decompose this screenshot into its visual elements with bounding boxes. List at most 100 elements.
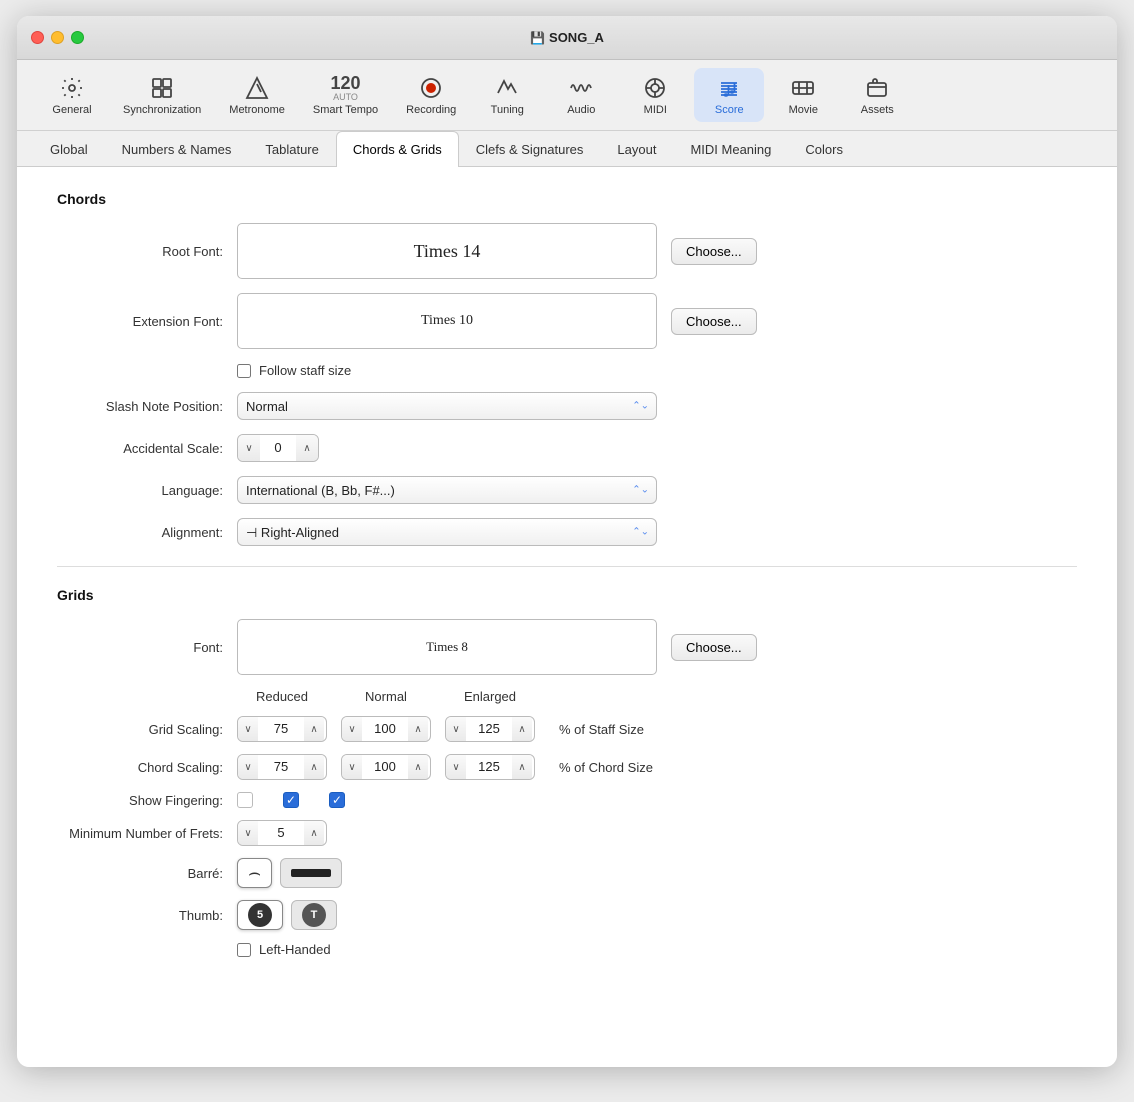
min-frets-value: 5 (258, 821, 304, 845)
toolbar-label-movie: Movie (789, 104, 818, 116)
language-select[interactable]: International (B, Bb, F#...) German (H, … (237, 476, 657, 504)
accidental-scale-row: Accidental Scale: ∨ 0 ∧ (57, 434, 1077, 462)
slash-note-label: Slash Note Position: (57, 399, 237, 414)
grid-scaling-normal-increment[interactable]: ∧ (408, 717, 428, 741)
extension-font-value: Times 10 (421, 313, 473, 329)
grid-font-choose-button[interactable]: Choose... (671, 634, 757, 661)
titlebar: 💾SONG_A (17, 16, 1117, 60)
toolbar-item-midi[interactable]: MIDI (620, 68, 690, 122)
slash-note-select[interactable]: Normal Above Below (237, 392, 657, 420)
tab-clefs-signatures[interactable]: Clefs & Signatures (459, 131, 601, 167)
col-enlarged: Enlarged (445, 689, 535, 704)
grid-scaling-enlarged-decrement[interactable]: ∨ (446, 717, 466, 741)
score-icon (717, 74, 741, 102)
tab-tablature[interactable]: Tablature (248, 131, 335, 167)
alignment-select[interactable]: ⊣ Right-Aligned Left-Aligned Centered (237, 518, 657, 546)
root-font-value: Times 14 (414, 241, 481, 262)
tab-numbers-names[interactable]: Numbers & Names (105, 131, 249, 167)
grid-scaling-reduced-decrement[interactable]: ∨ (238, 717, 258, 741)
extension-font-label: Extension Font: (57, 314, 237, 329)
tab-chords-grids[interactable]: Chords & Grids (336, 131, 459, 167)
toolbar-item-score[interactable]: Score (694, 68, 764, 122)
chord-scaling-enlarged-decrement[interactable]: ∨ (446, 755, 466, 779)
grid-font-box: Times 8 (237, 619, 657, 675)
toolbar-label-sync: Synchronization (123, 104, 201, 116)
grid-scaling-enlarged-increment[interactable]: ∧ (512, 717, 532, 741)
grid-scaling-reduced-value: 75 (258, 717, 304, 741)
toolbar-item-movie[interactable]: Movie (768, 68, 838, 122)
metronome-icon (245, 74, 269, 102)
toolbar: General Synchronization Metr (17, 60, 1117, 131)
extension-font-row: Extension Font: Times 10 Choose... (57, 293, 1077, 349)
accidental-scale-increment[interactable]: ∧ (296, 435, 318, 461)
grid-scaling-enlarged-stepper: ∨ 125 ∧ (445, 716, 535, 742)
content-area: Chords Root Font: Times 14 Choose... Ext… (17, 167, 1117, 1067)
section-divider (57, 566, 1077, 567)
audio-icon (569, 74, 593, 102)
barre-symbol1-button[interactable]: ⌢ (237, 858, 272, 888)
toolbar-item-tuning[interactable]: Tuning (472, 68, 542, 122)
min-frets-increment[interactable]: ∧ (304, 821, 324, 845)
thumb-row: Thumb: 5 T (57, 900, 1077, 930)
minimize-button[interactable] (51, 31, 64, 44)
toolbar-label-recording: Recording (406, 104, 456, 116)
show-fingering-enlarged-checkbox[interactable]: ✓ (329, 792, 345, 808)
chord-scaling-normal-increment[interactable]: ∧ (408, 755, 428, 779)
left-handed-row: Left-Handed (237, 942, 1077, 957)
chord-scaling-reduced-decrement[interactable]: ∨ (238, 755, 258, 779)
grid-columns-header: Reduced Normal Enlarged (57, 689, 1077, 704)
maximize-button[interactable] (71, 31, 84, 44)
grid-scaling-enlarged-value: 125 (466, 717, 512, 741)
tab-colors[interactable]: Colors (788, 131, 860, 167)
toolbar-label-midi: MIDI (644, 104, 667, 116)
toolbar-item-smart-tempo[interactable]: 120 AUTO Smart Tempo (301, 68, 390, 122)
grid-scaling-steppers: ∨ 75 ∧ ∨ 100 ∧ ∨ 125 ∧ % of Staff Size (237, 716, 644, 742)
thumb-t-icon: T (302, 903, 326, 927)
toolbar-item-metronome[interactable]: Metronome (217, 68, 297, 122)
grid-scaling-label: Grid Scaling: (57, 722, 237, 737)
min-frets-stepper: ∨ 5 ∧ (237, 820, 327, 846)
thumb-symbol1-button[interactable]: 5 (237, 900, 283, 930)
toolbar-item-general[interactable]: General (37, 68, 107, 122)
thumb-symbol2-button[interactable]: T (291, 900, 337, 930)
thumb-s-icon: 5 (248, 903, 272, 927)
barre-symbol2-button[interactable] (280, 858, 342, 888)
accidental-scale-decrement[interactable]: ∨ (238, 435, 260, 461)
chord-scaling-enlarged-increment[interactable]: ∧ (512, 755, 532, 779)
tab-global[interactable]: Global (33, 131, 105, 167)
grid-scaling-row: Grid Scaling: ∨ 75 ∧ ∨ 100 ∧ ∨ 125 ∧ % o… (57, 716, 1077, 742)
grid-scaling-normal-decrement[interactable]: ∨ (342, 717, 362, 741)
min-frets-decrement[interactable]: ∨ (238, 821, 258, 845)
follow-staff-size-checkbox[interactable] (237, 364, 251, 378)
left-handed-checkbox[interactable] (237, 943, 251, 957)
col-reduced: Reduced (237, 689, 327, 704)
accidental-scale-value: 0 (260, 435, 296, 461)
alignment-row: Alignment: ⊣ Right-Aligned Left-Aligned … (57, 518, 1077, 546)
chord-scaling-normal-value: 100 (362, 755, 408, 779)
toolbar-item-synchronization[interactable]: Synchronization (111, 68, 213, 122)
thumb-label: Thumb: (57, 908, 237, 923)
follow-staff-size-row: Follow staff size (237, 363, 1077, 378)
extension-font-choose-button[interactable]: Choose... (671, 308, 757, 335)
movie-icon (791, 74, 815, 102)
min-frets-label: Minimum Number of Frets: (57, 826, 237, 841)
barre-arc-icon: ⌢ (248, 862, 261, 885)
min-frets-row: Minimum Number of Frets: ∨ 5 ∧ (57, 820, 1077, 846)
grid-scaling-reduced-increment[interactable]: ∧ (304, 717, 324, 741)
barre-row: Barré: ⌢ (57, 858, 1077, 888)
show-fingering-reduced-checkbox[interactable] (237, 792, 253, 808)
language-row: Language: International (B, Bb, F#...) G… (57, 476, 1077, 504)
tab-midi-meaning[interactable]: MIDI Meaning (673, 131, 788, 167)
toolbar-item-assets[interactable]: Assets (842, 68, 912, 122)
toolbar-item-audio[interactable]: Audio (546, 68, 616, 122)
chord-scaling-reduced-increment[interactable]: ∧ (304, 755, 324, 779)
chord-scaling-row: Chord Scaling: ∨ 75 ∧ ∨ 100 ∧ ∨ 125 ∧ % … (57, 754, 1077, 780)
follow-staff-size-label: Follow staff size (259, 363, 351, 378)
toolbar-item-recording[interactable]: Recording (394, 68, 468, 122)
tab-layout[interactable]: Layout (600, 131, 673, 167)
chord-scaling-normal-decrement[interactable]: ∨ (342, 755, 362, 779)
close-button[interactable] (31, 31, 44, 44)
show-fingering-normal-checkbox[interactable]: ✓ (283, 792, 299, 808)
root-font-choose-button[interactable]: Choose... (671, 238, 757, 265)
root-font-box: Times 14 (237, 223, 657, 279)
